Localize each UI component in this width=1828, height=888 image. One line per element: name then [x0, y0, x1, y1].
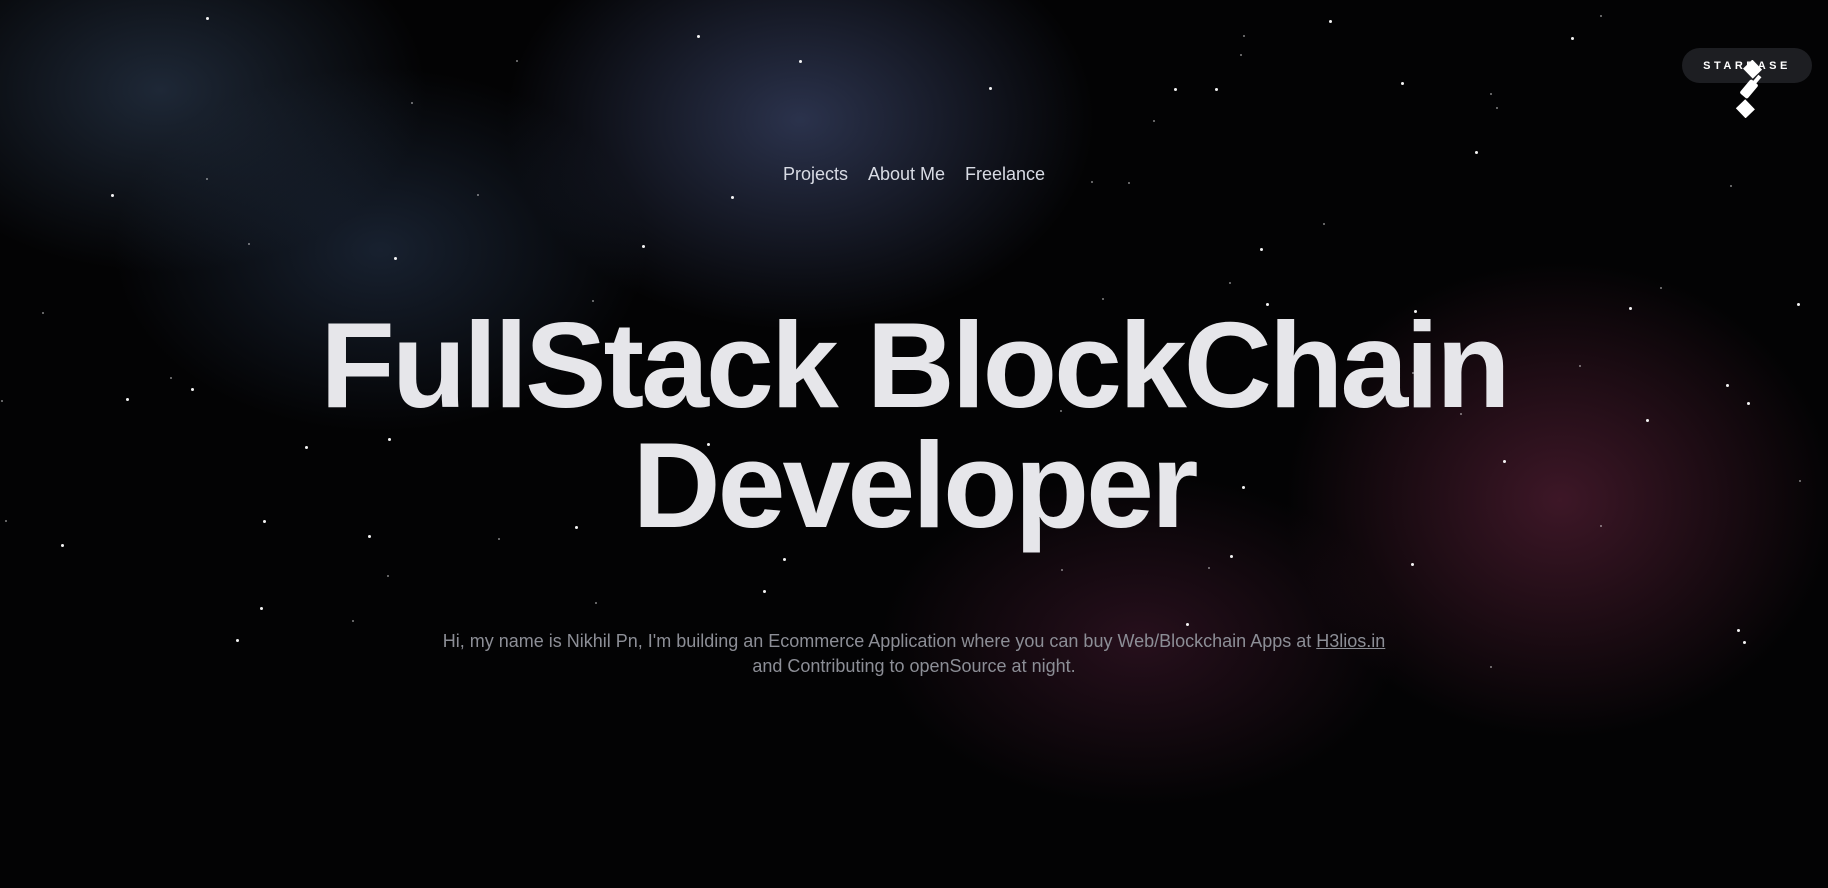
nav-link-freelance[interactable]: Freelance	[965, 164, 1045, 185]
star	[387, 575, 389, 577]
star	[111, 194, 114, 197]
star	[516, 60, 518, 62]
star	[1230, 555, 1233, 558]
satellite-icon	[1735, 60, 1763, 118]
hero-title-line-1: FullStack BlockChain	[320, 297, 1510, 433]
star	[1490, 93, 1492, 95]
star	[1229, 282, 1231, 284]
star	[1401, 82, 1404, 85]
star	[1730, 185, 1732, 187]
star	[1174, 88, 1177, 91]
star	[411, 102, 413, 104]
star	[1475, 151, 1478, 154]
star	[642, 245, 645, 248]
h3lios-link[interactable]: H3lios.in	[1316, 631, 1385, 651]
star	[763, 590, 766, 593]
nav-link-about-me[interactable]: About Me	[868, 164, 945, 185]
star	[1571, 37, 1574, 40]
star	[1215, 88, 1218, 91]
star	[799, 60, 802, 63]
intro-text-before-link: Hi, my name is Nikhil Pn, I'm building a…	[442, 631, 1317, 651]
star	[1260, 248, 1263, 251]
star	[260, 607, 263, 610]
star	[1243, 35, 1245, 37]
star	[206, 17, 209, 20]
top-nav: Projects About Me Freelance	[0, 164, 1828, 185]
star	[1323, 223, 1325, 225]
star	[1496, 107, 1498, 109]
star	[1061, 569, 1063, 571]
star	[248, 243, 250, 245]
star	[1208, 567, 1210, 569]
star	[1186, 623, 1189, 626]
star	[1411, 563, 1414, 566]
nav-link-projects[interactable]: Projects	[783, 164, 848, 185]
page-background: Projects About Me Freelance STARBASE Ful…	[0, 0, 1828, 888]
hero-title-line-2: Developer	[632, 417, 1199, 553]
star	[1153, 120, 1155, 122]
star	[1329, 20, 1332, 23]
star	[477, 194, 479, 196]
star	[1600, 15, 1602, 17]
star	[1660, 287, 1662, 289]
star	[394, 257, 397, 260]
star	[1240, 54, 1242, 56]
hero-title: FullStack BlockChain Developer	[0, 297, 1828, 553]
star	[352, 620, 354, 622]
star	[989, 87, 992, 90]
star	[595, 602, 597, 604]
star	[731, 196, 734, 199]
intro-paragraph: Hi, my name is Nikhil Pn, I'm building a…	[0, 629, 1828, 679]
star	[697, 35, 700, 38]
star	[783, 558, 786, 561]
intro-text-after-link: and Contributing to openSource at night.	[752, 656, 1076, 676]
